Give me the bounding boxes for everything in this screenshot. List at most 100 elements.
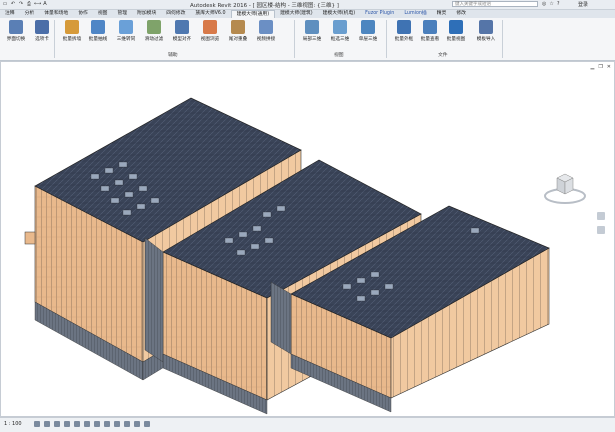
view-scale[interactable]: 1 : 100 (4, 421, 22, 427)
ribbon-button[interactable]: 模型对齐 (170, 20, 194, 42)
ribbon: 辅助 视图 文件 界面切换 选项卡 批量拆墙 批量抽线 三维转同 滑动过滤 模型对齐 视图浏览… (0, 18, 615, 61)
ribbon-tool-icon (361, 20, 375, 34)
ribbon-tabs: 注释 分析 体量和场地 协作 视图 管理 附加模块 四何修改 族库大师V6.0 建模大师(通用) 建… (0, 10, 615, 18)
ribbon-button[interactable]: 选项卡 (30, 20, 54, 42)
measure-icon[interactable]: ⟷ (34, 1, 41, 7)
ribbon-button-label: 批量查看 (420, 37, 440, 42)
ribbon-tool-icon (65, 20, 79, 34)
ribbon-tool-icon (259, 20, 273, 34)
ribbon-tab[interactable]: 附加模块 (132, 10, 161, 18)
ribbon-tab[interactable]: Fuzor Plugin (360, 10, 399, 18)
panel-label-view: 视图 (334, 53, 344, 58)
ribbon-button[interactable]: 批量抽线 (86, 20, 110, 42)
ribbon-button-label: 尾对重叠 (228, 37, 248, 42)
ribbon-button-label: 局部三维 (302, 37, 322, 42)
visual-style-icon[interactable] (44, 421, 50, 427)
ribbon-button[interactable]: 视频拼接 (254, 20, 278, 42)
ribbon-tool-icon (423, 20, 437, 34)
ribbon-tool-icon (333, 20, 347, 34)
panel-separator (386, 20, 387, 58)
ribbon-button-label: 模板导入 (476, 37, 496, 42)
view-control-bar: 1 : 100 (0, 417, 615, 432)
quick-access-toolbar: ▭ ↶ ↷ ⎙ ⟷ A (2, 1, 48, 7)
ribbon-button-label: 滑动过滤 (144, 37, 164, 42)
ribbon-button[interactable]: 三维转同 (114, 20, 138, 42)
lock-view-icon[interactable] (104, 421, 110, 427)
ribbon-tab[interactable]: 管理 (112, 10, 132, 18)
ribbon-tab[interactable]: 体量和场地 (39, 10, 73, 18)
ribbon-button[interactable]: 界面切换 (4, 20, 28, 42)
ribbon-button[interactable]: 批量拆墙 (60, 20, 84, 42)
ribbon-button[interactable]: 滑动过滤 (142, 20, 166, 42)
undo-icon[interactable]: ↶ (10, 1, 16, 7)
crop-region-icon[interactable] (84, 421, 90, 427)
binoculars-icon[interactable]: ◎ (542, 1, 546, 7)
ribbon-button-label: 框选三维 (330, 37, 350, 42)
ribbon-tab[interactable]: Lumion插 (399, 10, 431, 18)
ribbon-tab[interactable]: 建模大师(机电) (318, 10, 361, 18)
temporary-hide-icon[interactable] (114, 421, 120, 427)
panel-separator (294, 20, 295, 58)
detail-level-icon[interactable] (34, 421, 40, 427)
ribbon-tool-icon (397, 20, 411, 34)
ribbon-tab[interactable]: 修改 (451, 10, 471, 18)
sun-path-icon[interactable] (54, 421, 60, 427)
ribbon-tab[interactable]: 建模大师(通用) (230, 10, 276, 18)
analysis-icon[interactable] (134, 421, 140, 427)
shadows-icon[interactable] (64, 421, 70, 427)
search-input[interactable]: 键入关键字或短语 (452, 1, 538, 7)
ribbon-button[interactable]: 框选三维 (328, 20, 352, 42)
ribbon-button-label: 单层三维 (358, 37, 378, 42)
ribbon-button[interactable]: 批量外框 (392, 20, 416, 42)
ribbon-button[interactable]: 局部三维 (300, 20, 324, 42)
render-icon[interactable] (74, 421, 80, 427)
panel-separator (54, 20, 55, 58)
ribbon-button-label: 批量拆墙 (62, 37, 82, 42)
highlight-icon[interactable] (144, 421, 150, 427)
ribbon-button[interactable]: 批量视图 (444, 20, 468, 42)
ribbon-tool-icon (35, 20, 49, 34)
ribbon-button-label: 视频拼接 (256, 37, 276, 42)
ribbon-tab[interactable]: 族库大师V6.0 (190, 10, 230, 18)
ribbon-tool-icon (175, 20, 189, 34)
ribbon-button[interactable]: 尾对重叠 (226, 20, 250, 42)
ribbon-tab[interactable]: 视图 (93, 10, 113, 18)
ribbon-button-label: 视图浏览 (200, 37, 220, 42)
ribbon-button-label: 选项卡 (35, 37, 49, 42)
ribbon-button[interactable]: 单层三维 (356, 20, 380, 42)
star-icon[interactable]: ☆ (549, 1, 553, 7)
ribbon-tool-icon (449, 20, 463, 34)
ribbon-tool-icon (9, 20, 23, 34)
panel-separator (502, 20, 503, 58)
redo-icon[interactable]: ↷ (18, 1, 24, 7)
ribbon-tab[interactable]: 精灵 (432, 10, 452, 18)
open-icon[interactable]: ▭ (2, 1, 8, 7)
text-icon[interactable]: A (42, 1, 48, 7)
ribbon-tool-icon (479, 20, 493, 34)
ribbon-button[interactable]: 批量查看 (418, 20, 442, 42)
ribbon-tab[interactable]: 注释 (0, 10, 20, 18)
print-icon[interactable]: ⎙ (26, 1, 32, 7)
view-cube[interactable] (543, 166, 587, 206)
panel-label-assist: 辅助 (168, 53, 178, 58)
ribbon-tab[interactable]: 分析 (20, 10, 40, 18)
zoom-icon[interactable] (597, 226, 605, 234)
building-model[interactable] (1, 62, 614, 416)
steering-wheel-icon[interactable] (597, 212, 605, 220)
ribbon-tool-icon (203, 20, 217, 34)
login-button[interactable]: 登录 (578, 1, 588, 8)
ribbon-tool-icon (119, 20, 133, 34)
ribbon-tab[interactable]: 协作 (73, 10, 93, 18)
reveal-hidden-icon[interactable] (124, 421, 130, 427)
ribbon-button[interactable]: 视图浏览 (198, 20, 222, 42)
search-tools: ◎ ☆ ? (542, 1, 560, 7)
ribbon-tab[interactable]: 四何修改 (161, 10, 190, 18)
help-icon[interactable]: ? (557, 1, 560, 7)
3d-viewport[interactable]: ▁ ❐ ✕ (0, 61, 615, 417)
ribbon-button[interactable]: 模板导入 (474, 20, 498, 42)
ribbon-button-label: 模型对齐 (172, 37, 192, 42)
view-control-icons (34, 421, 150, 427)
hide-crop-icon[interactable] (94, 421, 100, 427)
ribbon-tab[interactable]: 建模大师(建筑) (275, 10, 318, 18)
ribbon-tool-icon (147, 20, 161, 34)
